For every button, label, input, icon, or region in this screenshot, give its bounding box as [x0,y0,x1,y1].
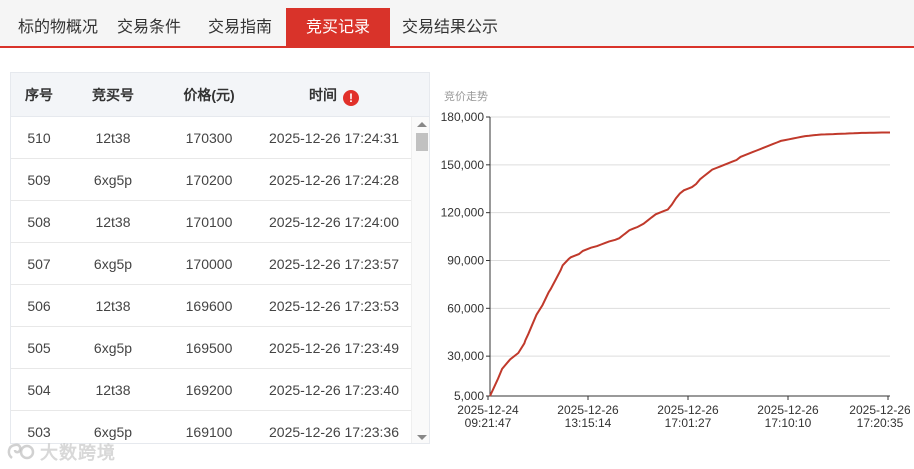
watermark-logo-icon [7,443,35,460]
cell-bidder: 12t38 [95,298,131,314]
x-tick-date-label: 2025-12-26 [757,403,819,417]
cell-time: 2025-12-26 17:23:49 [269,340,399,356]
table-row: 504 12t38 169200 2025-12-26 17:23:40 [11,369,411,411]
x-tick-time-label: 17:20:35 [857,416,904,430]
scroll-up-arrow-icon[interactable] [417,122,427,127]
scrollbar-thumb[interactable] [416,133,428,151]
y-tick-label: 30,000 [447,349,484,363]
table-scrollbar[interactable] [411,117,429,443]
cell-bidder: 12t38 [95,382,131,398]
cell-price: 170000 [185,256,233,272]
header-bidder: 竞买号 [92,87,134,103]
x-tick-time-label: 09:21:47 [465,416,512,430]
cell-seq: 504 [27,382,51,398]
y-tick-label: 180,000 [441,110,485,124]
cell-price: 170200 [185,172,233,188]
cell-bidder: 12t38 [95,214,131,230]
scroll-down-arrow-icon[interactable] [417,435,427,440]
watermark-text: 大数跨境 [40,443,116,463]
exclamation-icon[interactable]: ! [343,90,359,106]
y-tick-label: 120,000 [441,206,485,220]
x-tick-date-label: 2025-12-26 [557,403,619,417]
cell-bidder: 12t38 [95,130,131,146]
cell-seq: 505 [27,340,51,356]
x-tick-date-label: 2025-12-26 [849,403,910,417]
tab-trade-conditions[interactable]: 交易条件 [104,8,194,48]
cell-seq: 508 [27,214,51,230]
cell-time: 2025-12-26 17:24:31 [269,130,399,146]
cell-price: 169600 [185,298,233,314]
x-tick-time-label: 17:01:27 [665,416,712,430]
cell-bidder: 6xg5p [93,256,133,272]
header-time-label: 时间 [309,87,337,103]
x-tick-time-label: 17:10:10 [765,416,812,430]
table-row: 506 12t38 169600 2025-12-26 17:23:53 [11,285,411,327]
table-row: 507 6xg5p 170000 2025-12-26 17:23:57 [11,243,411,285]
header-time: 时间! [259,73,409,117]
cell-seq: 509 [27,172,51,188]
table-body: 510 12t38 170300 2025-12-26 17:24:31 509 6xg5… [11,117,411,443]
tab-trade-results[interactable]: 交易结果公示 [390,8,510,48]
cell-time: 2025-12-26 17:23:57 [269,256,399,272]
table-row: 510 12t38 170300 2025-12-26 17:24:31 [11,117,411,159]
header-seq: 序号 [25,87,53,103]
cell-time: 2025-12-26 17:24:00 [269,214,399,230]
watermark: 大数跨境 [6,440,116,464]
header-price: 价格(元) [183,87,235,103]
cell-price: 170300 [185,130,233,146]
tab-trade-guide[interactable]: 交易指南 [194,8,286,48]
cell-time: 2025-12-26 17:24:28 [269,172,399,188]
x-tick-time-label: 13:15:14 [565,416,612,430]
cell-time: 2025-12-26 17:23:53 [269,298,399,314]
cell-seq: 506 [27,298,51,314]
tab-overview[interactable]: 标的物概况 [12,8,104,48]
table-row: 509 6xg5p 170200 2025-12-26 17:24:28 [11,159,411,201]
tab-bid-records[interactable]: 竞买记录 [286,8,390,48]
cell-price: 170100 [185,214,233,230]
cell-bidder: 6xg5p [93,172,133,188]
cell-price: 169100 [185,424,233,440]
cell-bidder: 6xg5p [93,340,133,356]
cell-seq: 507 [27,256,51,272]
price-trend-chart: 5,000 30,000 60,000 90,000 120,000 150,000 180… [441,110,910,430]
table-row: 505 6xg5p 169500 2025-12-26 17:23:49 [11,327,411,369]
y-tick-label: 150,000 [441,158,485,172]
y-tick-label: 90,000 [447,253,484,267]
cell-seq: 510 [27,130,51,146]
cell-price: 169200 [185,382,233,398]
x-tick-date-label: 2025-12-24 [457,403,519,417]
y-tick-label: 60,000 [447,301,484,315]
bid-records-table: 序号 竞买号 价格(元) 时间! 510 12t38 170300 2025-12-2… [10,72,430,444]
tab-bar: 标的物概况 交易条件 交易指南 竞买记录 交易结果公示 [0,0,914,48]
table-row: 508 12t38 170100 2025-12-26 17:24:00 [11,201,411,243]
cell-time: 2025-12-26 17:23:36 [269,424,399,440]
y-tick-label: 5,000 [454,389,484,403]
cell-price: 169500 [185,340,233,356]
cell-time: 2025-12-26 17:23:40 [269,382,399,398]
table-header: 序号 竞买号 价格(元) 时间! [11,73,429,117]
x-tick-date-label: 2025-12-26 [657,403,719,417]
